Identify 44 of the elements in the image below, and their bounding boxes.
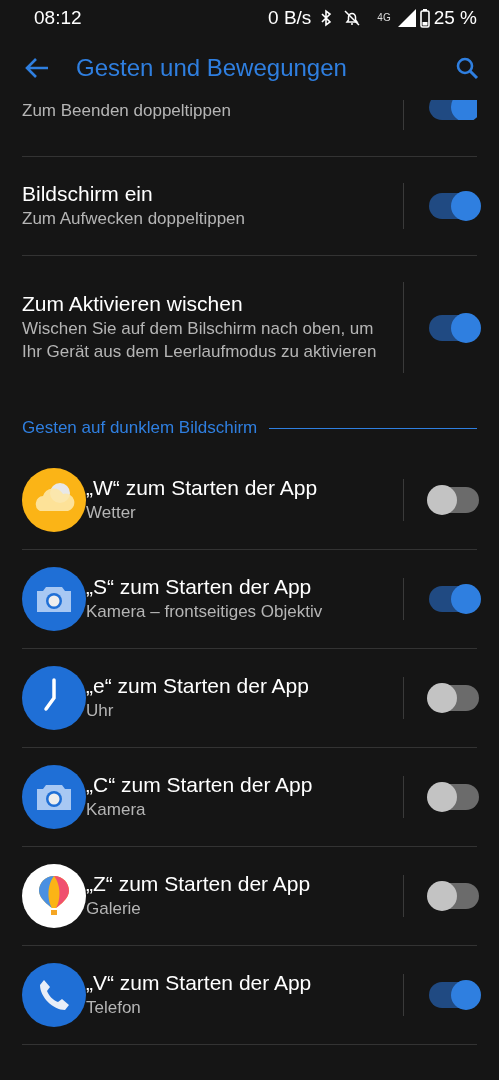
network-type: 4G bbox=[377, 13, 391, 23]
setting-subtitle: Zum Beenden doppeltippen bbox=[22, 100, 232, 122]
phone-app-icon bbox=[22, 963, 86, 1027]
back-button[interactable] bbox=[24, 57, 50, 79]
toggle-switch[interactable] bbox=[429, 982, 479, 1008]
toggle-switch[interactable] bbox=[429, 586, 479, 612]
weather-app-icon bbox=[22, 468, 86, 532]
toggle-switch[interactable] bbox=[429, 487, 479, 513]
page-title: Gesten und Bewegungen bbox=[76, 53, 348, 83]
setting-title: Zum Aktivieren wischen bbox=[22, 291, 244, 318]
camera-app-icon bbox=[22, 567, 86, 631]
setting-title: „S“ zum Starten der App bbox=[86, 574, 313, 601]
toggle-switch[interactable] bbox=[429, 100, 477, 120]
setting-subtitle: Kamera bbox=[86, 798, 147, 821]
setting-title: „e“ zum Starten der App bbox=[86, 673, 310, 700]
setting-subtitle: Kamera – frontseitiges Objektiv bbox=[86, 600, 324, 623]
section-header: Gesten auf dunklem Bildschirm bbox=[22, 417, 258, 440]
bluetooth-icon bbox=[319, 9, 334, 27]
battery-level: 25 % bbox=[433, 5, 477, 30]
setting-subtitle: Zum Aufwecken doppeltippen bbox=[22, 207, 247, 230]
bell-off-icon bbox=[343, 9, 362, 27]
clock-app-icon bbox=[22, 666, 86, 730]
setting-subtitle: Uhr bbox=[86, 699, 115, 722]
search-button[interactable] bbox=[455, 56, 479, 80]
toggle-switch[interactable] bbox=[429, 685, 479, 711]
data-speed: 0 B/s bbox=[268, 5, 312, 30]
clock-time: 08:12 bbox=[34, 5, 82, 30]
balloon-app-icon bbox=[22, 864, 86, 928]
setting-subtitle: Wischen Sie auf dem Bilschirm nach oben, um Ihr Gerät aus dem Leerlaufmodus zu aktivieren bbox=[22, 317, 378, 363]
battery-icon bbox=[419, 8, 430, 28]
setting-title: „Z“ zum Starten der App bbox=[86, 871, 312, 898]
setting-title: „W“ zum Starten der App bbox=[86, 475, 319, 502]
setting-subtitle: Galerie bbox=[86, 897, 142, 920]
toggle-switch[interactable] bbox=[429, 784, 479, 810]
setting-title: „C“ zum Starten der App bbox=[86, 772, 314, 799]
toggle-switch[interactable] bbox=[429, 883, 479, 909]
setting-subtitle: Telefon bbox=[86, 996, 142, 1019]
setting-title: „V“ zum Starten der App bbox=[86, 970, 313, 997]
setting-title: Bildschirm ein bbox=[22, 181, 154, 208]
toggle-switch[interactable] bbox=[429, 314, 479, 341]
setting-subtitle: Wetter bbox=[86, 501, 137, 524]
signal-icon bbox=[396, 8, 417, 28]
camera-app-icon bbox=[22, 765, 86, 829]
toggle-switch[interactable] bbox=[429, 193, 479, 219]
